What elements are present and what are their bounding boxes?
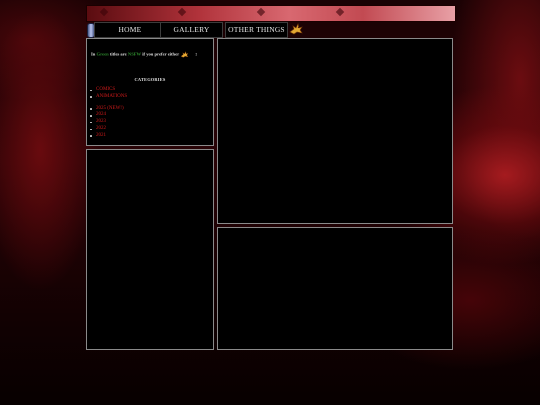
hint-text: In xyxy=(91,51,96,57)
banner-ornament xyxy=(335,7,345,17)
category-link-2024[interactable]: 2024 xyxy=(96,112,106,117)
list-item: 2021 xyxy=(89,133,127,140)
nav-home-button[interactable]: HOME xyxy=(94,22,166,38)
category-link-comics[interactable]: COMICS xyxy=(96,87,115,92)
content-hint: In Green titles are NSFW if you prefer e… xyxy=(91,51,211,58)
category-link-2022[interactable]: 2022 xyxy=(96,126,106,131)
nav-gallery-button[interactable]: GALLERY xyxy=(160,22,223,38)
hint-green-word: Green xyxy=(96,51,109,57)
hint-nsfw-word: NSFW xyxy=(127,51,142,57)
sidebar-categories-panel: In Green titles are NSFW if you prefer e… xyxy=(86,38,214,146)
category-link-animations[interactable]: ANIMATIONS xyxy=(96,94,127,99)
category-link-2025[interactable]: 2025 xyxy=(96,106,106,111)
header-banner xyxy=(86,5,456,22)
category-link-2021[interactable]: 2021 xyxy=(96,133,106,138)
list-item: 2023 xyxy=(89,119,127,126)
categories-title: CATEGORIES xyxy=(134,77,166,82)
nav-other-things-button[interactable]: OTHER THINGS xyxy=(225,22,288,38)
banner-ornament xyxy=(177,7,187,17)
hint-text: if you prefer either xyxy=(142,51,180,57)
list-item: 2025 (NEW!) xyxy=(89,106,127,113)
hint-text: titles are xyxy=(109,51,127,57)
dragon-icon xyxy=(180,51,189,58)
banner-ornament xyxy=(256,7,266,17)
nav-bar: HOME GALLERY OTHER THINGS xyxy=(86,22,306,38)
list-item: 2024 xyxy=(89,112,127,119)
banner-ornament xyxy=(99,7,109,17)
categories-list: COMICS ANIMATIONS 2025 (NEW!) 2024 2023 … xyxy=(89,87,127,140)
dragon-icon xyxy=(289,23,303,35)
category-link-2023[interactable]: 2023 xyxy=(96,119,106,124)
new-badge: (NEW!) xyxy=(107,105,124,111)
hint-text: ! xyxy=(195,51,197,57)
main-content-panel xyxy=(217,38,453,224)
main-lower-panel xyxy=(217,227,453,350)
list-item: 2022 xyxy=(89,126,127,133)
list-item: ANIMATIONS xyxy=(89,94,127,101)
sidebar-bottom-panel xyxy=(86,149,214,350)
list-item: COMICS xyxy=(89,87,127,94)
